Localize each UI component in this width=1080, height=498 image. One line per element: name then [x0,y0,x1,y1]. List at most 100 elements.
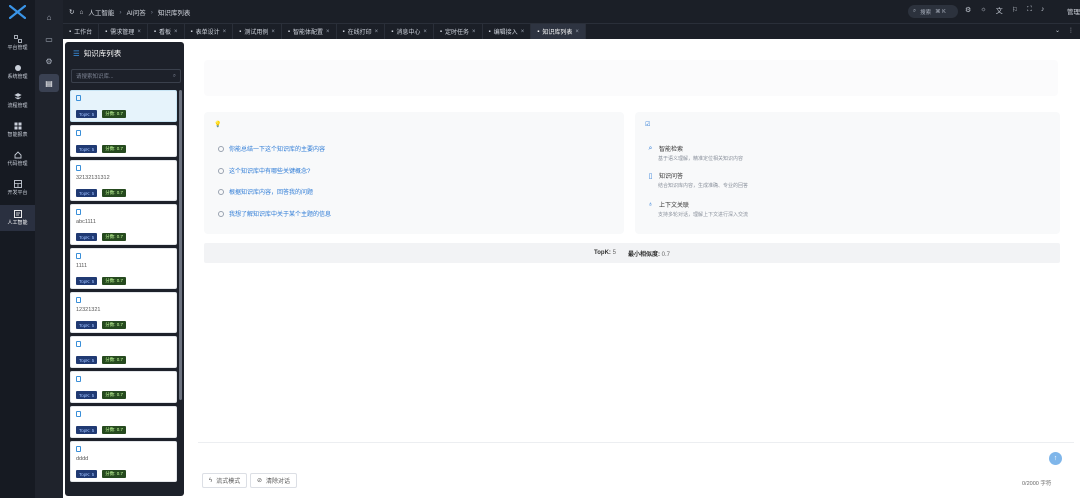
nav-item-code[interactable]: 代码管理 [0,146,35,172]
document-icon [76,376,81,382]
chat-icon[interactable]: ▤ [39,74,59,92]
tab-item[interactable]: ▪ 消息中心 × [385,24,434,39]
tab-label: 测试用例 [244,30,269,36]
knowledge-card[interactable]: 1111 TopK: 5 分数: 0.7 [70,248,177,289]
question-icon [218,145,224,152]
knowledge-card[interactable]: abc1111 TopK: 5 分数: 0.7 [70,204,177,245]
close-icon[interactable]: × [223,29,227,35]
close-icon[interactable]: × [326,29,330,35]
tab-label: 编辑接入 [493,30,518,36]
suggested-question[interactable]: 我想了解知识库中关于某个主题的信息 [218,209,331,218]
language-icon[interactable]: 文 [996,6,1003,16]
theme-icon[interactable]: ☼ [980,6,986,16]
document-icon [76,297,81,303]
close-icon[interactable]: × [521,29,525,35]
topk-label: TopK: [594,250,611,256]
tab-item[interactable]: ▪ 表单设计 × [185,24,234,39]
more-icon[interactable]: ⋮ [1068,27,1074,34]
settings-icon[interactable]: ⚙ [965,6,971,16]
nav-item-dev[interactable]: 开发平台 [0,175,35,201]
topk-badge: TopK: 5 [76,277,98,285]
nav-item-report[interactable]: 智能报表 [0,117,35,143]
knowledge-search-input[interactable]: 请搜索知识库... ⌕ [71,69,181,83]
topk-badge: TopK: 5 [76,145,98,153]
close-icon[interactable]: × [375,29,379,35]
knowledge-card[interactable]: dddd TopK: 5 分数: 0.7 [70,441,177,482]
tab-item[interactable]: ▪ 定时任务 × [434,24,483,39]
feature-title: 知识问答 [659,174,684,180]
search-icon[interactable]: ⌕ [173,73,176,80]
nav-item-label: 平台管理 [7,45,28,51]
topk-value: 5 [612,250,616,256]
fullscreen-icon[interactable]: ⛶ [1027,6,1032,16]
report-icon [13,122,22,129]
knowledge-card[interactable]: TopK: 5 分数: 0.7 [70,336,177,368]
document-icon [76,95,81,101]
send-button[interactable]: ↑ [1049,452,1062,465]
tab-item[interactable]: ▪ 测试用例 × [233,24,282,39]
refresh-icon[interactable]: ↻ [69,8,74,16]
preferences-icon[interactable]: ⚐ [1012,6,1018,16]
close-icon[interactable]: × [575,29,579,35]
tab-label: 需求管理 [110,30,135,36]
close-icon[interactable]: × [423,29,427,35]
topk-badge: TopK: 5 [76,189,98,197]
nav-item-ai[interactable]: 人工智能 [0,205,35,231]
chevron-down-icon[interactable]: ⌄ [1055,27,1060,34]
breadcrumb-item[interactable]: 人工智能 [88,7,114,17]
list-icon: ☰ [73,49,80,58]
close-icon[interactable]: × [137,29,141,35]
stream-mode-button[interactable]: ϟ 流式模式 [202,473,248,488]
home-icon[interactable]: ⌂ [39,8,59,26]
global-search[interactable]: ⌕ 搜索 ⌘ K [908,5,958,18]
suggested-question[interactable]: 你能总结一下这个知识库的主要内容 [218,144,325,153]
lightbulb-icon: 💡 [214,122,222,128]
score-badge: 分数: 0.7 [102,233,127,241]
search-icon: ⌕ [648,144,653,152]
tab-item[interactable]: ▪ 看板 × [148,24,185,39]
checkbox-icon: ☑ [645,122,651,128]
nav-item-label: 人工智能 [7,220,28,226]
knowledge-card[interactable]: TopK: 5 分数: 0.7 [70,90,177,122]
arrow-up-icon: ↑ [1053,455,1058,462]
score-badge: 分数: 0.7 [102,145,127,153]
nav-item-system[interactable]: 系统管理 [0,59,35,85]
book-icon[interactable]: ▭ [39,30,59,48]
tab-item[interactable]: ▪ 编辑接入 × [483,24,532,39]
question-text: 根据知识库内容，回答我的问题 [229,190,314,196]
nav-item-flow[interactable]: 流程管理 [0,88,35,114]
tab-item[interactable]: ▪ 在线打印 × [337,24,386,39]
clear-chat-button[interactable]: ⊘ 清除对话 [250,473,298,488]
knowledge-card[interactable]: TopK: 5 分数: 0.7 [70,371,177,403]
knowledge-card[interactable]: TopK: 5 分数: 0.7 [70,125,177,157]
nav-item-platform[interactable]: 平台管理 [0,30,35,56]
score-badge: 分数: 0.7 [102,426,127,434]
tab-item[interactable]: ▪ 知识库列表 × [531,24,586,39]
breadcrumb-separator: › [150,8,153,16]
card-header: ☑ [645,121,650,128]
user-name[interactable]: 管理 [1067,6,1080,16]
settings-icon[interactable]: ⚙ [39,52,59,70]
close-icon[interactable]: × [271,29,275,35]
breadcrumb-item[interactable]: AI问答 [127,7,146,17]
knowledge-card[interactable]: 32132131312 TopK: 5 分数: 0.7 [70,160,177,201]
topk-badge: TopK: 5 [76,391,98,399]
scrollbar[interactable] [179,90,182,400]
breadcrumb-home-icon[interactable]: ⌂ [79,9,83,16]
feature-desc: 支持多轮对话，理解上下文进行深入交流 [658,212,749,218]
tab-item[interactable]: ▪ 智能体配置 × [282,24,337,39]
topk-badge: TopK: 5 [76,110,98,118]
suggested-question[interactable]: 这个知识库中有哪些关键概念? [218,166,310,175]
score-value: 0.7 [661,251,670,258]
knowledge-tags: TopK: 5 分数: 0.7 [76,426,127,434]
tab-label: 看板 [158,30,171,36]
tab-item[interactable]: ▪ 工作台 [63,24,100,39]
question-icon [218,210,224,217]
suggested-question[interactable]: 根据知识库内容，回答我的问题 [218,187,313,196]
tab-item[interactable]: ▪ 需求管理 × [99,24,148,39]
knowledge-card[interactable]: TopK: 5 分数: 0.7 [70,406,177,438]
knowledge-card[interactable]: 12321321 TopK: 5 分数: 0.7 [70,292,177,333]
close-icon[interactable]: × [472,29,476,35]
bell-icon[interactable]: ♪ [1041,6,1045,16]
close-icon[interactable]: × [174,29,178,35]
